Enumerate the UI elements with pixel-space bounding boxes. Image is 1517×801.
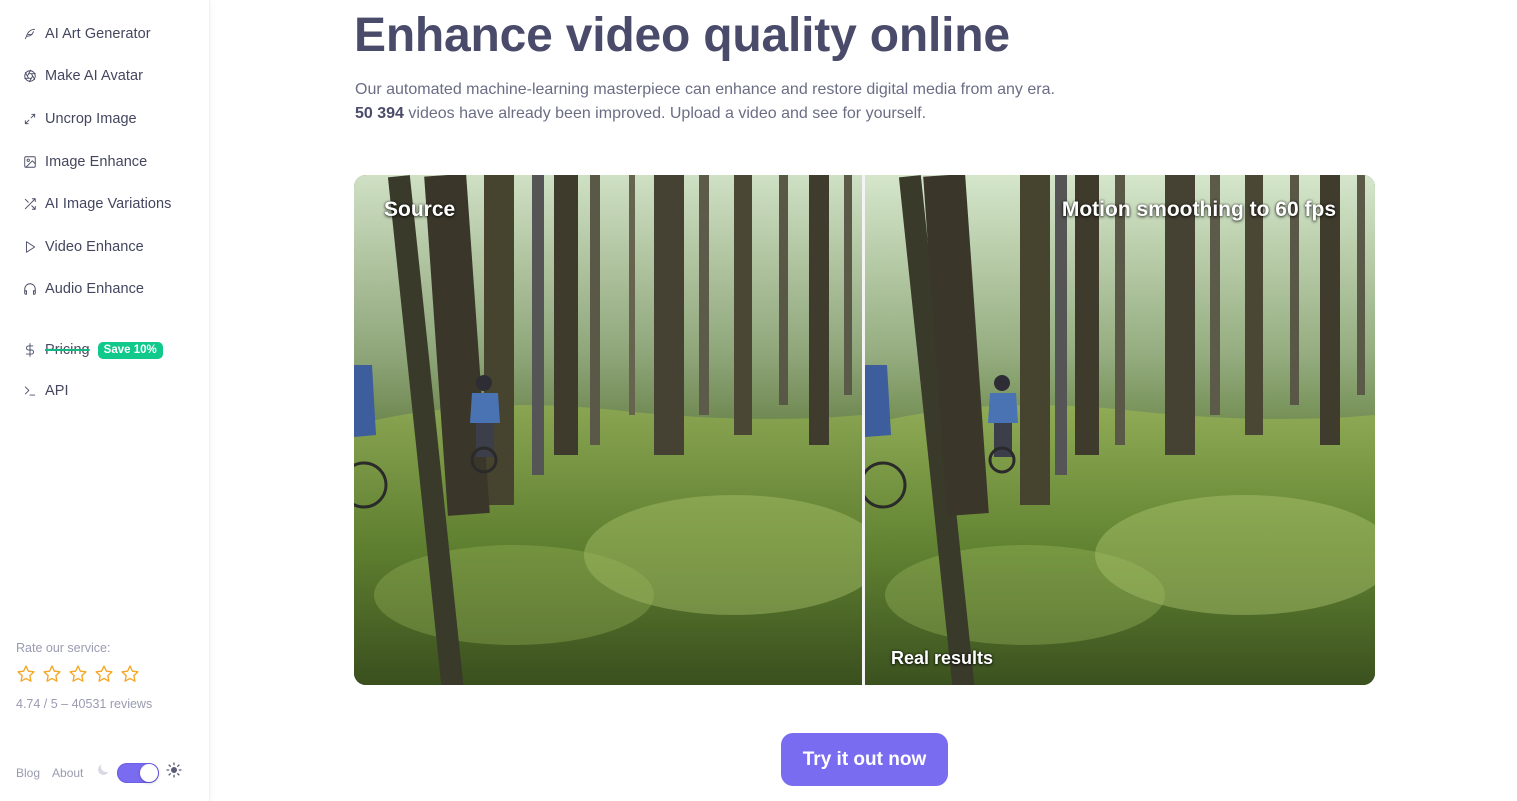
sidebar-item-label: Audio Enhance	[45, 281, 145, 297]
star-icon[interactable]	[94, 664, 114, 689]
sidebar-item-pricing[interactable]: Pricing Save 10%	[0, 329, 210, 371]
play-icon	[22, 239, 38, 255]
sidebar-item-image-enhance[interactable]: Image Enhance	[0, 141, 210, 183]
blog-link[interactable]: Blog	[16, 766, 40, 780]
headphones-icon	[22, 281, 38, 297]
shuffle-icon	[22, 196, 38, 212]
about-link[interactable]: About	[52, 766, 83, 780]
dollar-icon	[22, 342, 38, 358]
sidebar-item-label: Uncrop Image	[45, 111, 137, 127]
before-after-comparison[interactable]: Source Motion smoothing to 60 fps Real r…	[354, 175, 1375, 685]
rating-label: Rate our service:	[16, 641, 111, 655]
sidebar-item-label: Make AI Avatar	[45, 68, 143, 84]
improved-count-suffix: videos have already been improved. Uploa…	[403, 105, 927, 122]
sidebar-item-label: AI Image Variations	[45, 196, 172, 212]
rating-summary: 4.74 / 5 – 40531 reviews	[16, 697, 153, 711]
star-icon[interactable]	[16, 664, 36, 689]
moon-icon	[95, 762, 111, 783]
page-subtitle: Our automated machine-learning masterpie…	[355, 81, 1055, 98]
star-icon[interactable]	[42, 664, 62, 689]
save-badge: Save 10%	[97, 341, 163, 359]
feather-icon	[22, 26, 38, 42]
sidebar-item-ai-image-variations[interactable]: AI Image Variations	[0, 183, 210, 225]
rating-stars	[16, 664, 152, 689]
sidebar: AI Art Generator Make AI Avatar Uncrop I…	[0, 0, 210, 801]
enhanced-video-frame	[865, 175, 1375, 685]
forest-scene-enhanced	[865, 175, 1375, 685]
sidebar-item-label: Video Enhance	[45, 239, 144, 255]
sidebar-footer: Blog About	[16, 762, 183, 783]
real-results-label: Real results	[891, 648, 994, 668]
sidebar-item-api[interactable]: API	[0, 370, 210, 412]
sidebar-item-label: API	[45, 383, 69, 399]
sun-icon	[166, 762, 183, 783]
sidebar-item-label: Image Enhance	[45, 154, 148, 170]
expand-icon	[22, 111, 38, 127]
theme-toggle[interactable]	[117, 762, 160, 783]
sidebar-item-ai-art-generator[interactable]: AI Art Generator	[0, 13, 210, 55]
source-label: Source	[384, 198, 456, 221]
try-it-out-button[interactable]: Try it out now	[781, 733, 948, 786]
source-video-frame	[354, 175, 862, 685]
sidebar-item-label: AI Art Generator	[45, 26, 151, 42]
star-icon[interactable]	[120, 664, 140, 689]
sidebar-item-label: Pricing	[45, 342, 90, 358]
motion-smoothing-label: Motion smoothing to 60 fps	[1061, 198, 1336, 221]
image-icon	[22, 154, 38, 170]
rating-widget: Rate our service: 4.74 / 5 – 40531 revie…	[16, 641, 152, 711]
sidebar-item-audio-enhance[interactable]: Audio Enhance	[0, 268, 210, 310]
aperture-icon	[22, 68, 38, 84]
sidebar-item-uncrop-image[interactable]: Uncrop Image	[0, 98, 210, 140]
improved-count-text: 50 394 videos have already been improved…	[355, 105, 926, 123]
sidebar-item-make-ai-avatar[interactable]: Make AI Avatar	[0, 55, 210, 97]
toggle-knob	[140, 763, 159, 782]
forest-scene-source	[354, 175, 862, 685]
page-title: Enhance video quality online	[354, 9, 1010, 62]
sidebar-item-video-enhance[interactable]: Video Enhance	[0, 226, 210, 268]
star-icon[interactable]	[68, 664, 88, 689]
terminal-icon	[22, 383, 38, 399]
improved-count: 50 394	[355, 105, 404, 122]
